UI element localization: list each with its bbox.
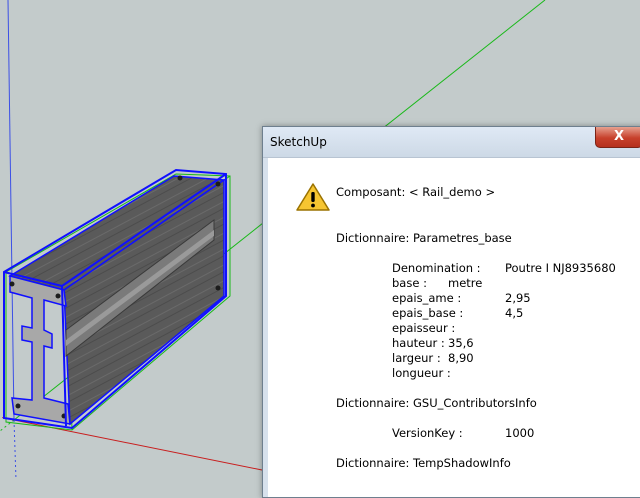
warning-icon bbox=[296, 183, 330, 211]
attribute-key: epaisseur : bbox=[392, 321, 456, 335]
attribute-value: 8,90 bbox=[448, 351, 474, 365]
dialog-titlebar[interactable]: SketchUp X bbox=[263, 127, 640, 158]
dictionary-header: Dictionnaire: GSU_ContributorsInfo bbox=[336, 396, 537, 410]
attribute-value: 4,5 bbox=[505, 306, 524, 320]
attribute-value: 35,6 bbox=[448, 336, 474, 350]
attribute-key: longueur : bbox=[392, 366, 451, 380]
attribute-value: Poutre I NJ8935680 bbox=[505, 261, 616, 275]
component-name: Composant: < Rail_demo > bbox=[336, 185, 496, 199]
attribute-value: metre bbox=[448, 276, 483, 290]
attribute-key: Denomination : bbox=[392, 261, 481, 275]
axis-blue bbox=[7, 0, 15, 421]
dialog-body: Composant: < Rail_demo > Dictionnaire: P… bbox=[263, 158, 640, 497]
dialog-title: SketchUp bbox=[270, 135, 327, 149]
attribute-key: base : bbox=[392, 276, 427, 290]
attribute-key: hauteur : bbox=[392, 336, 445, 350]
attribute-key: epais_base : bbox=[392, 306, 464, 320]
attribute-value: 2,95 bbox=[505, 291, 531, 305]
axis-blue-dotted bbox=[13, 419, 17, 480]
dictionary-header: Dictionnaire: TempShadowInfo bbox=[336, 456, 511, 470]
attribute-key: epais_ame : bbox=[392, 291, 462, 305]
attribute-value: 1000 bbox=[505, 426, 535, 440]
message-dialog: SketchUp X Composant: < Rail_demo > Dict… bbox=[262, 126, 640, 498]
attribute-key: largeur : bbox=[392, 351, 441, 365]
rail-beam[interactable] bbox=[8, 175, 227, 426]
dictionary-header: Dictionnaire: Parametres_base bbox=[336, 231, 512, 245]
close-button[interactable]: X bbox=[595, 127, 640, 148]
attribute-key: VersionKey : bbox=[392, 426, 463, 440]
